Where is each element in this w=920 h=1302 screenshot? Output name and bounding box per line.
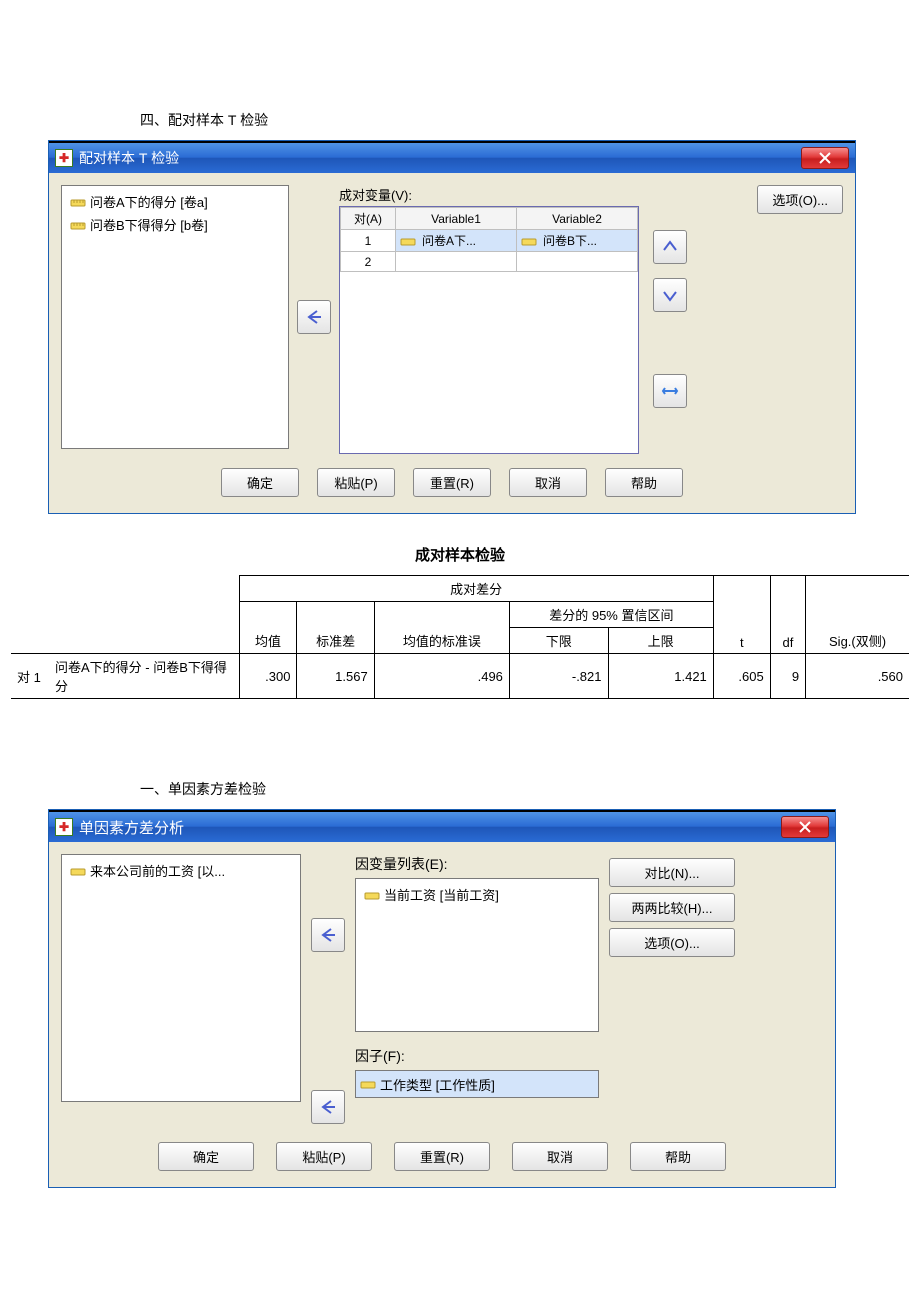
group-header: 成对差分 bbox=[239, 576, 713, 602]
transfer-column bbox=[297, 185, 331, 449]
transfer-left-button[interactable] bbox=[297, 300, 331, 334]
ruler-icon bbox=[521, 233, 537, 249]
arrow-down-icon bbox=[661, 286, 679, 304]
dialog-title: 单因素方差分析 bbox=[79, 817, 184, 838]
ruler-icon bbox=[400, 233, 416, 249]
val-mean: .300 bbox=[239, 654, 297, 699]
close-button[interactable] bbox=[781, 816, 829, 838]
posthoc-button[interactable]: 两两比较(H)... bbox=[609, 893, 735, 922]
val-sd: 1.567 bbox=[297, 654, 374, 699]
section-heading-1: 四、配对样本 T 检验 bbox=[140, 110, 920, 130]
app-icon: ✚ bbox=[55, 149, 73, 167]
ruler-icon bbox=[70, 194, 86, 210]
val-se: .496 bbox=[374, 654, 509, 699]
cancel-button[interactable]: 取消 bbox=[509, 468, 587, 497]
move-down-button[interactable] bbox=[653, 278, 687, 312]
col-mean: 均值 bbox=[239, 602, 297, 654]
dialog-button-row: 确定 粘贴(P) 重置(R) 取消 帮助 bbox=[61, 468, 843, 501]
var-label: 问卷A下的得分 [卷a] bbox=[90, 192, 208, 211]
val-sig: .560 bbox=[806, 654, 909, 699]
val-df: 9 bbox=[770, 654, 805, 699]
reset-button[interactable]: 重置(R) bbox=[394, 1142, 490, 1171]
title-bar: ✚ 单因素方差分析 bbox=[49, 812, 835, 842]
arrow-up-icon bbox=[661, 238, 679, 256]
swap-button[interactable] bbox=[653, 374, 687, 408]
close-icon bbox=[798, 820, 812, 834]
results-title: 成对样本检验 bbox=[0, 544, 920, 565]
dependent-list[interactable]: 当前工资 [当前工资] bbox=[355, 878, 599, 1032]
app-icon: ✚ bbox=[55, 818, 73, 836]
source-variable-list[interactable]: 问卷A下的得分 [卷a] 问卷B下得得分 [b卷] bbox=[61, 185, 289, 449]
transfer-dep-button[interactable] bbox=[311, 918, 345, 952]
pairs-table[interactable]: 对(A) Variable1 Variable2 1 问卷A下... 问卷B下.… bbox=[339, 206, 639, 454]
factor-var-label: 工作类型 [工作性质] bbox=[380, 1075, 495, 1094]
var-label: 来本公司前的工资 [以... bbox=[90, 861, 225, 880]
anova-dialog: ✚ 单因素方差分析 来本公司前的工资 [以... bbox=[48, 809, 836, 1188]
dep-var-label: 当前工资 [当前工资] bbox=[384, 885, 499, 904]
arrow-left-icon bbox=[305, 308, 323, 326]
dialog-title: 配对样本 T 检验 bbox=[79, 148, 179, 168]
pairs-label: 成对变量(V): bbox=[339, 185, 412, 204]
paste-button[interactable]: 粘贴(P) bbox=[317, 468, 395, 497]
arrow-left-icon bbox=[319, 926, 337, 944]
factor-field[interactable]: 工作类型 [工作性质] bbox=[355, 1070, 599, 1098]
swap-icon bbox=[661, 382, 679, 400]
row-name: 问卷A下的得分 - 问卷B下得得分 bbox=[49, 654, 239, 699]
factor-label: 因子(F): bbox=[355, 1046, 599, 1066]
ruler-icon bbox=[360, 1076, 376, 1092]
pair-v1: 问卷A下... bbox=[422, 232, 476, 249]
pair-row[interactable]: 1 问卷A下... 问卷B下... bbox=[341, 230, 638, 252]
col-low: 下限 bbox=[509, 628, 608, 654]
ruler-icon bbox=[70, 217, 86, 233]
variable-item[interactable]: 问卷B下得得分 [b卷] bbox=[66, 213, 284, 236]
pair-row[interactable]: 2 bbox=[341, 252, 638, 272]
col-high: 上限 bbox=[608, 628, 713, 654]
pair-num: 2 bbox=[341, 252, 396, 272]
dep-var-item[interactable]: 当前工资 [当前工资] bbox=[360, 883, 594, 906]
cancel-button[interactable]: 取消 bbox=[512, 1142, 608, 1171]
options-button[interactable]: 选项(O)... bbox=[757, 185, 843, 214]
ci-header: 差分的 95% 置信区间 bbox=[509, 602, 713, 628]
pair-v2: 问卷B下... bbox=[543, 232, 597, 249]
close-button[interactable] bbox=[801, 147, 849, 169]
section-heading-2: 一、单因素方差检验 bbox=[140, 779, 920, 799]
row-label: 对 1 bbox=[11, 654, 49, 699]
arrow-left-icon bbox=[319, 1098, 337, 1116]
move-column bbox=[653, 185, 687, 453]
pair-num: 1 bbox=[341, 230, 396, 252]
col-sig: Sig.(双侧) bbox=[806, 576, 909, 654]
col-v2: Variable2 bbox=[517, 208, 638, 230]
col-se: 均值的标准误 bbox=[374, 602, 509, 654]
variable-item[interactable]: 问卷A下的得分 [卷a] bbox=[66, 190, 284, 213]
val-low: -.821 bbox=[509, 654, 608, 699]
options-button[interactable]: 选项(O)... bbox=[609, 928, 735, 957]
reset-button[interactable]: 重置(R) bbox=[413, 468, 491, 497]
close-icon bbox=[818, 151, 832, 165]
col-v1: Variable1 bbox=[396, 208, 517, 230]
contrast-button[interactable]: 对比(N)... bbox=[609, 858, 735, 887]
col-t: t bbox=[713, 576, 770, 654]
ruler-icon bbox=[364, 887, 380, 903]
ok-button[interactable]: 确定 bbox=[221, 468, 299, 497]
help-button[interactable]: 帮助 bbox=[605, 468, 683, 497]
results-table: 成对差分 t df Sig.(双侧) 均值 标准差 均值的标准误 差分的 95%… bbox=[11, 575, 909, 699]
title-bar: ✚ 配对样本 T 检验 bbox=[49, 143, 855, 173]
source-variable-list[interactable]: 来本公司前的工资 [以... bbox=[61, 854, 301, 1102]
transfer-factor-button[interactable] bbox=[311, 1090, 345, 1124]
val-t: .605 bbox=[713, 654, 770, 699]
variable-item[interactable]: 来本公司前的工资 [以... bbox=[66, 859, 296, 882]
col-df: df bbox=[770, 576, 805, 654]
ok-button[interactable]: 确定 bbox=[158, 1142, 254, 1171]
col-pair: 对(A) bbox=[341, 208, 396, 230]
help-button[interactable]: 帮助 bbox=[630, 1142, 726, 1171]
dep-label: 因变量列表(E): bbox=[355, 854, 599, 874]
col-sd: 标准差 bbox=[297, 602, 374, 654]
var-label: 问卷B下得得分 [b卷] bbox=[90, 215, 208, 234]
move-up-button[interactable] bbox=[653, 230, 687, 264]
paste-button[interactable]: 粘贴(P) bbox=[276, 1142, 372, 1171]
paired-t-test-dialog: ✚ 配对样本 T 检验 问卷A下的得分 [卷a] 问卷B下得得分 [b卷] bbox=[48, 140, 856, 514]
val-high: 1.421 bbox=[608, 654, 713, 699]
dialog-button-row: 确定 粘贴(P) 重置(R) 取消 帮助 bbox=[61, 1142, 823, 1175]
ruler-icon bbox=[70, 863, 86, 879]
